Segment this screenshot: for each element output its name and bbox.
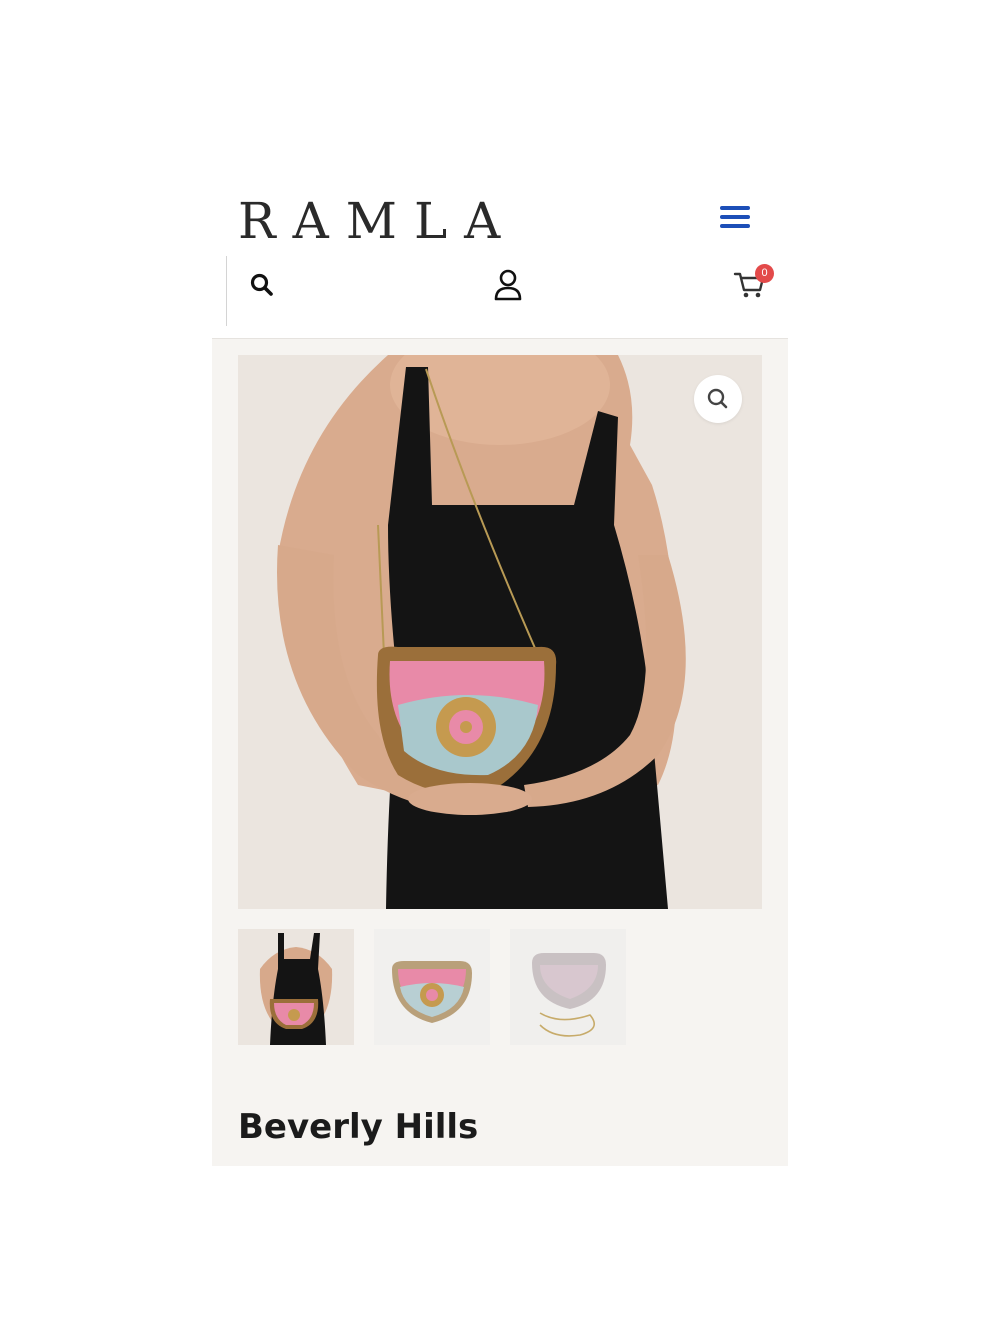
thumbnail-strip <box>238 929 638 1045</box>
header-icon-bar: 0 <box>226 256 789 326</box>
hamburger-menu-icon[interactable] <box>720 206 754 232</box>
mobile-page: RAMLA 0 Beverly Hills <box>212 170 789 1166</box>
brand-logo[interactable]: RAMLA <box>238 192 517 250</box>
zoom-button[interactable] <box>694 375 742 423</box>
user-icon[interactable] <box>493 268 523 307</box>
thumbnail-clutch-silver[interactable] <box>510 929 626 1045</box>
product-title: Beverly Hills <box>238 1107 479 1147</box>
cart-count-badge: 0 <box>755 264 774 283</box>
magnifier-icon <box>707 388 728 409</box>
product-gallery-section: Beverly Hills <box>212 338 788 1166</box>
thumbnail-model[interactable] <box>238 929 354 1045</box>
product-main-image[interactable] <box>238 355 762 909</box>
search-icon[interactable] <box>249 272 275 303</box>
site-header: RAMLA <box>212 170 788 260</box>
cart-icon[interactable]: 0 <box>733 264 774 305</box>
thumbnail-clutch-front[interactable] <box>374 929 490 1045</box>
